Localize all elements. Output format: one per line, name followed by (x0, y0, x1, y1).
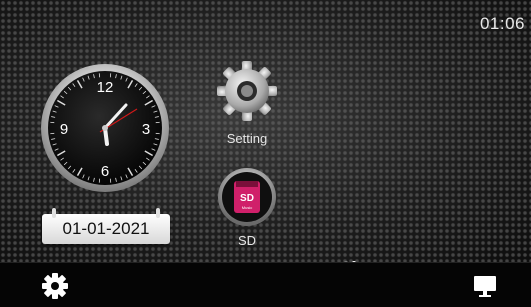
gear-icon (40, 271, 70, 301)
bottom-bar (0, 262, 531, 307)
date-display[interactable]: 01-01-2021 (42, 214, 170, 244)
sd-card-subtext: Music (242, 205, 252, 210)
clock-face: 12 3 6 9 (40, 63, 170, 193)
clock-numeral-6: 6 (101, 163, 109, 180)
app-sd[interactable]: SD Music SD (214, 166, 280, 248)
gear-icon (216, 58, 278, 126)
clock-numeral-3: 3 (142, 121, 150, 138)
settings-button[interactable] (40, 271, 70, 301)
clock-numeral-12: 12 (97, 79, 114, 96)
app-sd-label: SD (214, 233, 280, 248)
app-setting-label: Setting (214, 131, 280, 146)
pin-left (52, 208, 56, 218)
home-screen: 01:06 12 3 6 9 (0, 0, 531, 262)
pin-right (156, 208, 160, 218)
sd-card-text: SD (240, 193, 254, 204)
clock-numeral-9: 9 (60, 121, 68, 138)
date-text: 01-01-2021 (63, 219, 150, 238)
analog-clock-widget[interactable]: 12 3 6 9 (40, 63, 170, 193)
status-time: 01:06 (480, 14, 525, 34)
app-setting[interactable]: Setting (214, 58, 280, 146)
display-button[interactable] (470, 271, 500, 301)
sd-card-icon: SD Music (217, 166, 277, 228)
monitor-icon (470, 271, 500, 301)
